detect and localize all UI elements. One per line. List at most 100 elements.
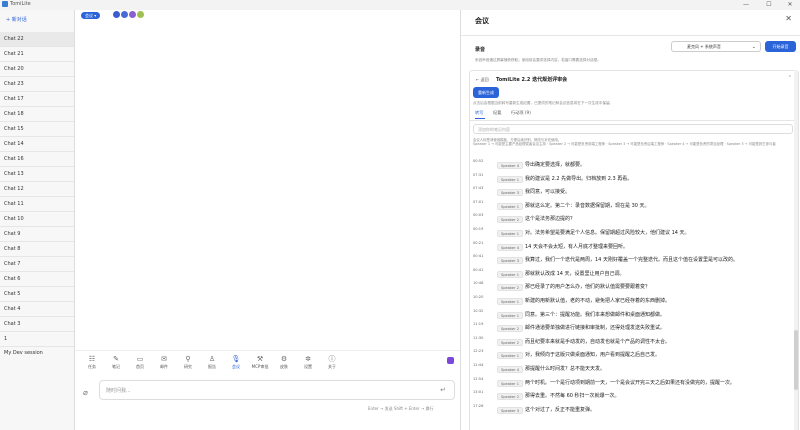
dev-session-item[interactable]: My Dev session bbox=[4, 350, 43, 356]
minimize-button[interactable]: — bbox=[738, 0, 754, 10]
notes-input[interactable]: 添加你的笔记内容 bbox=[473, 124, 793, 134]
scrollbar-thumb[interactable] bbox=[794, 330, 798, 390]
chat-list-item[interactable]: Chat 7 bbox=[0, 257, 74, 272]
transcript-text: 我的建议是 2.2 先做导出。归档放到 2.3 再看。 bbox=[525, 175, 633, 182]
chat-list-item[interactable]: Chat 23 bbox=[0, 77, 74, 92]
speaker-tag[interactable]: Speaker 3 bbox=[497, 257, 524, 265]
tool-research[interactable]: ⚲ 研究 bbox=[177, 355, 199, 370]
speaker-tag[interactable]: Speaker 4 bbox=[497, 243, 524, 251]
maximize-button[interactable]: ☐ bbox=[761, 0, 777, 10]
chat-list-item[interactable]: Chat 18 bbox=[0, 107, 74, 122]
speaker-tag[interactable]: Speaker 2 bbox=[497, 284, 524, 292]
chat-list-item[interactable]: Chat 4 bbox=[0, 302, 74, 317]
send-icon[interactable]: ↵ bbox=[440, 386, 446, 394]
tool-notes[interactable]: ✎ 笔记 bbox=[105, 355, 127, 370]
tool-home[interactable]: ▭ 首页 bbox=[129, 355, 151, 370]
meeting-name: TomiLite 2.2 迭代规划评审会 bbox=[496, 77, 568, 83]
timestamp: 00:41 bbox=[473, 267, 484, 272]
chat-list-item[interactable]: Chat 9 bbox=[0, 227, 74, 242]
chat-list-item[interactable]: Chat 12 bbox=[0, 182, 74, 197]
speaker-tag[interactable]: Speaker 4 bbox=[497, 162, 524, 169]
speaker-tag[interactable]: Speaker 1 bbox=[497, 175, 524, 183]
transcript-line: 12:44 Speaker 4 那提醒什么时间发？总不能天天发。 bbox=[470, 363, 798, 376]
color-dot-icon[interactable] bbox=[113, 11, 120, 18]
speaker-tag[interactable]: Speaker 1 bbox=[497, 270, 524, 278]
chat-list-item[interactable]: Chat 3 bbox=[0, 317, 74, 332]
speaker-tag[interactable]: Speaker 2 bbox=[497, 325, 524, 333]
purple-action-icon[interactable] bbox=[447, 357, 454, 364]
color-dot-icon[interactable] bbox=[137, 11, 144, 18]
color-dot-icon[interactable] bbox=[121, 11, 128, 18]
transcript-line: 10:20 Speaker 1 新建的用新默认值，老的不动，避免把人家已经存着的东西… bbox=[470, 295, 798, 308]
chat-list-item[interactable]: Chat 15 bbox=[0, 122, 74, 137]
transcript-line: 07:31 Speaker 1 我的建议是 2.2 先做导出。归档放到 2.3 再看… bbox=[470, 173, 798, 186]
tool-label: 首页 bbox=[136, 364, 144, 369]
chat-list-item[interactable]: Chat 20 bbox=[0, 62, 74, 77]
tool-about[interactable]: ⓘ 关于 bbox=[321, 355, 343, 370]
active-tab-indicator bbox=[475, 118, 485, 119]
chevron-up-icon[interactable]: ⌃ bbox=[788, 75, 792, 81]
chat-list-item[interactable]: Chat 11 bbox=[0, 197, 74, 212]
chat-list-item[interactable]: Chat 21 bbox=[0, 47, 74, 62]
speaker-tag[interactable]: Speaker 3 bbox=[497, 406, 524, 414]
speaker-tag[interactable]: Speaker 1 bbox=[497, 352, 524, 360]
back-button[interactable]: ← 返回 bbox=[476, 77, 489, 83]
tool-settings[interactable]: ✲ 设置 bbox=[297, 355, 319, 370]
transcript-text: 两个时机。一个是行动项到期前一天，一个是会议开完三天之后如果还有没做完的，提醒一… bbox=[525, 379, 736, 386]
tool-mcp[interactable]: ⚒ MCP审批 bbox=[249, 355, 271, 370]
transcript-text: 我同意，可以接受。 bbox=[525, 189, 571, 196]
app-window: TomiLite — ☐ ✕ + 新对话 Chat 22 Chat 21 Chat … bbox=[0, 0, 800, 430]
tool-bar: ☷ 任务 ✎ 笔记 ▭ 首页 ✉ 邮件 ⚲ 研究 ♙ 报告 🎙 会议 ⚒ MCP审批 ⚙ 皮肤 ✲ 设置 ⓘ 关于 bbox=[75, 350, 460, 382]
close-panel-icon[interactable]: ✕ bbox=[785, 14, 792, 23]
chat-list-item[interactable]: Chat 16 bbox=[0, 152, 74, 167]
attach-icon[interactable]: ⌀ bbox=[83, 388, 88, 397]
speaker-tag[interactable]: Speaker 1 bbox=[497, 311, 524, 319]
timestamp: 00:21 bbox=[473, 240, 484, 245]
chat-list-item[interactable]: Chat 6 bbox=[0, 272, 74, 287]
chat-list-item[interactable]: Chat 13 bbox=[0, 167, 74, 182]
title-bar: TomiLite — ☐ ✕ bbox=[0, 0, 800, 10]
mode-selector[interactable]: 会议 ▾ bbox=[81, 12, 101, 19]
speaker-legend: Speaker 1 → 可能是主要产品经理或者会议主持 · Speaker 2 … bbox=[473, 142, 776, 146]
speaker-tag[interactable]: Speaker 1 bbox=[497, 298, 524, 305]
transcript-line: 07:43 Speaker 3 我同意，可以接受。 bbox=[470, 186, 798, 199]
close-window-button[interactable]: ✕ bbox=[782, 0, 798, 10]
chat-list-item[interactable]: Chat 14 bbox=[0, 137, 74, 152]
tool-meeting[interactable]: 🎙 会议 bbox=[225, 355, 247, 370]
speaker-tag[interactable]: Speaker 2 bbox=[497, 216, 524, 224]
tab-transcript[interactable]: 转写 bbox=[475, 110, 483, 116]
speaker-tag[interactable]: Speaker 3 bbox=[497, 189, 524, 197]
tool-report[interactable]: ♙ 报告 bbox=[201, 355, 223, 370]
color-dot-icon[interactable] bbox=[129, 11, 136, 18]
transcript-text: 邮件通道要单独做进行链接和审批制，还得处理发送失败重试。 bbox=[525, 325, 666, 332]
chat-list-item[interactable]: Chat 22 bbox=[0, 32, 74, 47]
tab-minutes[interactable]: 纪要 bbox=[493, 110, 501, 116]
tool-label: 任务 bbox=[88, 364, 96, 369]
chat-list-item[interactable]: Chat 5 bbox=[0, 287, 74, 302]
speaker-tag[interactable]: Speaker 1 bbox=[497, 230, 524, 237]
speaker-tag[interactable]: Speaker 2 bbox=[497, 338, 524, 346]
tool-skin[interactable]: ⚙ 皮肤 bbox=[273, 355, 295, 370]
chat-list-item[interactable]: Chat 8 bbox=[0, 242, 74, 257]
notes-icon: ✎ bbox=[113, 355, 119, 363]
new-chat-button[interactable]: + 新对话 bbox=[6, 16, 27, 23]
tool-mail[interactable]: ✉ 邮件 bbox=[153, 355, 175, 370]
timestamp: 12:54 bbox=[473, 376, 484, 381]
tab-action-items[interactable]: 行动项 (9) bbox=[511, 110, 531, 116]
start-recording-button[interactable]: 开始录音 bbox=[765, 41, 796, 52]
chat-list-item[interactable]: Chat 17 bbox=[0, 92, 74, 107]
speaker-tag[interactable]: Speaker 2 bbox=[497, 393, 524, 401]
speaker-tag[interactable]: Speaker 4 bbox=[497, 366, 524, 373]
speaker-tag[interactable]: Speaker 1 bbox=[497, 202, 524, 210]
task-icon: ☷ bbox=[88, 355, 96, 363]
chat-list-item[interactable]: Chat 10 bbox=[0, 212, 74, 227]
regenerate-button[interactable]: 重新生成 bbox=[473, 87, 499, 98]
tool-task[interactable]: ☷ 任务 bbox=[81, 355, 103, 370]
audio-source-select[interactable]: 麦克风 + 系统声音 ⌄ bbox=[671, 41, 761, 52]
notes-input-placeholder: 添加你的笔记内容 bbox=[478, 127, 510, 132]
transcript-scrollbar[interactable] bbox=[794, 70, 798, 430]
timestamp: 11:19 bbox=[473, 322, 484, 327]
speaker-tag[interactable]: Speaker 1 bbox=[497, 379, 524, 387]
chat-input[interactable]: 随时问我... ↵ bbox=[99, 380, 455, 400]
chat-list-item[interactable]: 1 bbox=[0, 332, 74, 347]
